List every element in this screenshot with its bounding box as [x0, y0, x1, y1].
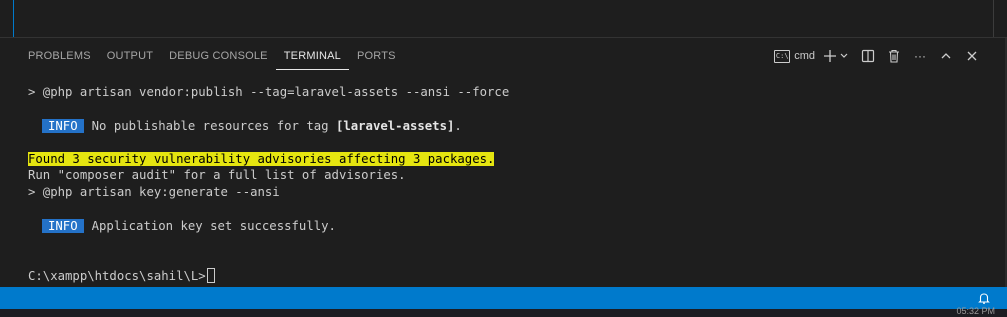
taskbar-clock: 05:32 PM: [956, 306, 995, 316]
editor-area: [0, 0, 1007, 38]
os-taskbar: 05:32 PM: [0, 306, 1007, 317]
close-icon: [967, 51, 977, 61]
trash-icon: [889, 49, 899, 63]
terminal-cursor: [206, 268, 215, 283]
close-panel-button[interactable]: [963, 47, 981, 65]
terminal-line: > @php artisan key:generate --ansi: [28, 185, 280, 199]
panel-actions: C:\ cmd ···: [774, 47, 981, 65]
tab-ports[interactable]: PORTS: [349, 48, 404, 70]
chevron-up-icon: [941, 53, 951, 59]
terminal-output[interactable]: > @php artisan vendor:publish --tag=lara…: [28, 84, 988, 284]
tab-output[interactable]: OUTPUT: [99, 48, 161, 70]
editor-left-strip: [0, 0, 14, 38]
terminal-line: > @php artisan vendor:publish --tag=lara…: [28, 85, 510, 99]
bottom-panel: PROBLEMS OUTPUT DEBUG CONSOLE TERMINAL P…: [0, 38, 1007, 287]
split-icon: [861, 49, 875, 63]
tab-terminal[interactable]: TERMINAL: [275, 48, 349, 70]
notifications-button[interactable]: [977, 291, 991, 305]
info-badge: INFO: [42, 219, 84, 233]
status-bar: [0, 287, 1007, 309]
terminal-line: INFO Application key set successfully.: [42, 218, 336, 234]
tab-debug-console[interactable]: DEBUG CONSOLE: [161, 48, 276, 70]
terminal-line: Found 3 security vulnerability advisorie…: [28, 151, 495, 167]
editor-scrollbar[interactable]: [993, 0, 1007, 38]
warning-highlight: Found 3 security vulnerability advisorie…: [28, 152, 495, 166]
maximize-panel-button[interactable]: [937, 47, 955, 65]
terminal-prompt: C:\xampp\htdocs\sahil\L>: [28, 268, 215, 284]
terminal-cmd-icon: C:\: [774, 49, 791, 63]
terminal-selector[interactable]: C:\ cmd: [774, 49, 815, 63]
more-actions-button[interactable]: ···: [911, 47, 929, 65]
plus-icon: [824, 50, 848, 62]
bell-icon: [978, 293, 990, 304]
terminal-line: INFO No publishable resources for tag [la…: [42, 118, 462, 134]
tab-problems[interactable]: PROBLEMS: [20, 48, 99, 70]
new-terminal-button[interactable]: [823, 47, 851, 65]
terminal-name: cmd: [794, 50, 815, 62]
terminal-line: Run "composer audit" for a full list of …: [28, 168, 406, 182]
panel-tabs: PROBLEMS OUTPUT DEBUG CONSOLE TERMINAL P…: [20, 48, 404, 70]
split-terminal-button[interactable]: [859, 47, 877, 65]
kill-terminal-button[interactable]: [885, 47, 903, 65]
info-badge: INFO: [42, 119, 84, 133]
ellipsis-icon: ···: [914, 49, 926, 63]
